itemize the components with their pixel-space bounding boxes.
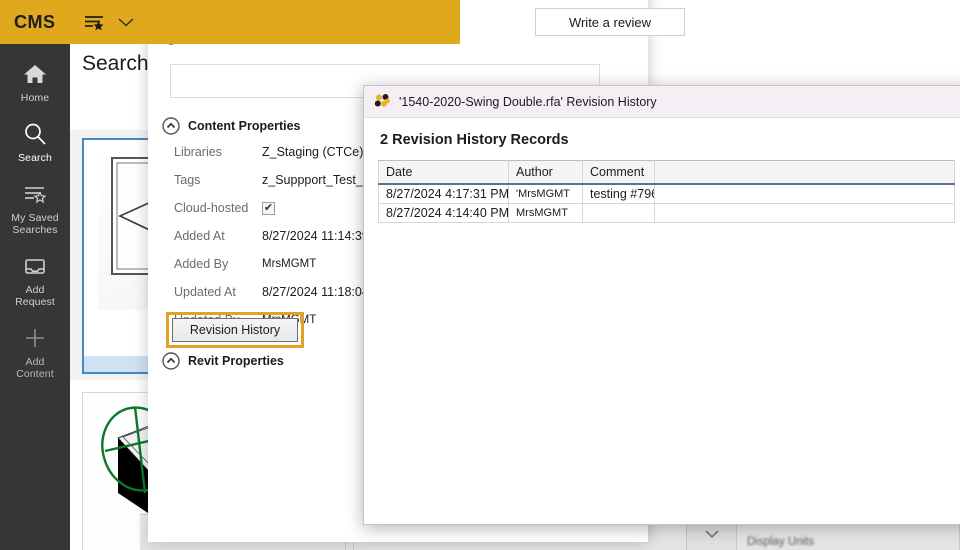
sidebar-item-my-saved-searches[interactable]: My Saved Searches (0, 172, 70, 244)
header-saved-searches-button[interactable] (82, 12, 135, 32)
chevron-up-circle-icon[interactable] (162, 117, 180, 135)
cell-extra (655, 204, 955, 223)
sidebar-item-label-2: Content (16, 368, 53, 380)
app-logo[interactable]: CMS (14, 12, 56, 33)
saved-searches-icon (22, 181, 48, 207)
sidebar-item-label: Home (21, 92, 49, 104)
sidebar-nav: Home Search My Saved Searches (0, 44, 70, 550)
cell-comment: testing #796 (583, 184, 655, 204)
cell-date: 8/27/2024 4:14:40 PM (379, 204, 509, 223)
property-value: Z_Staging (CTCe) (262, 145, 363, 159)
cell-extra (655, 184, 955, 204)
chevron-up-circle-icon[interactable] (162, 352, 180, 370)
table-row[interactable]: 8/27/2024 4:17:31 PM 'MrsMGMT testing #7… (379, 184, 955, 204)
property-value: MrsMGMT (262, 258, 316, 270)
content-properties-section-header[interactable]: Content Properties (162, 117, 301, 135)
revision-history-table: Date Author Comment 8/27/2024 4:17:31 PM… (378, 160, 955, 223)
sidebar-item-search[interactable]: Search (0, 112, 70, 172)
dialog-heading: 2 Revision History Records (380, 132, 951, 148)
sidebar-item-home[interactable]: Home (0, 52, 70, 112)
column-header-comment[interactable]: Comment (583, 161, 655, 185)
column-header-blank[interactable] (655, 161, 955, 185)
revit-properties-section-header[interactable]: Revit Properties (162, 352, 284, 370)
property-key: Updated At (174, 285, 262, 299)
property-key: Added At (174, 229, 262, 243)
property-key: Libraries (174, 145, 262, 159)
cell-author: 'MrsMGMT (509, 184, 583, 204)
table-row[interactable]: 8/27/2024 4:14:40 PM MrsMGMT (379, 204, 955, 223)
saved-searches-icon (82, 12, 108, 32)
write-review-button[interactable]: Write a review (535, 8, 685, 36)
chevron-down-icon (704, 529, 720, 539)
sidebar-item-add-request[interactable]: Add Request (0, 244, 70, 316)
property-key: Cloud-hosted (174, 201, 262, 215)
page-title: Search (82, 52, 149, 76)
cell-comment (583, 204, 655, 223)
revision-history-dialog: '1540-2020-Swing Double.rfa' Revision Hi… (363, 85, 960, 525)
dialog-title-bar[interactable]: '1540-2020-Swing Double.rfa' Revision Hi… (364, 86, 960, 118)
cell-date: 8/27/2024 4:17:31 PM (379, 184, 509, 204)
revision-history-highlight: Revision History (166, 312, 304, 348)
table-header-row: Date Author Comment (379, 161, 955, 185)
sidebar-item-label-2: Request (15, 296, 55, 308)
column-header-date[interactable]: Date (379, 161, 509, 185)
column-header-author[interactable]: Author (509, 161, 583, 185)
dialog-title: '1540-2020-Swing Double.rfa' Revision Hi… (399, 95, 657, 109)
sidebar-item-label: My Saved (11, 212, 59, 224)
home-icon (22, 61, 48, 87)
app-dots-icon (375, 94, 390, 109)
display-units-label: Display Units (747, 536, 814, 548)
cell-author: MrsMGMT (509, 204, 583, 223)
sidebar-item-label: Add (26, 284, 45, 296)
app-header: CMS (0, 0, 460, 44)
sidebar-item-label: Add (26, 356, 45, 368)
sidebar-item-add-content[interactable]: Add Content (0, 316, 70, 388)
inbox-icon (22, 253, 48, 279)
chevron-down-icon (117, 17, 135, 28)
content-properties-section-title: Content Properties (188, 119, 301, 133)
cloud-hosted-checkbox[interactable]: ✔ (262, 202, 275, 215)
sidebar-item-label-2: Searches (12, 224, 57, 236)
sidebar-item-label: Search (18, 152, 52, 164)
revit-properties-section-title: Revit Properties (188, 354, 284, 368)
plus-icon (22, 325, 48, 351)
property-key: Added By (174, 257, 262, 271)
dialog-body: 2 Revision History Records Date Author C… (364, 118, 960, 223)
search-icon (22, 121, 48, 147)
property-key: Tags (174, 173, 262, 187)
revision-history-button[interactable]: Revision History (172, 318, 298, 342)
app-root: Search 1540 D (0, 0, 960, 550)
